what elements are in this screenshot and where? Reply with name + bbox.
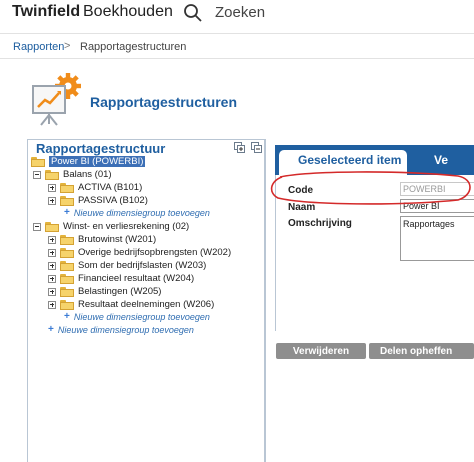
add-link-label: Nieuwe dimensiegroup toevoegen: [57, 324, 194, 335]
plus-icon: +: [64, 311, 70, 322]
tree-item-belastingen[interactable]: Belastingen (W205): [48, 285, 161, 298]
folder-icon: [60, 286, 74, 297]
plus-icon: +: [64, 207, 70, 218]
tree-root-item[interactable]: Power BI (POWERBI): [31, 155, 146, 168]
tree-item-bedrijfslasten[interactable]: Som der bedrijfslasten (W203): [48, 259, 206, 272]
folder-icon: [60, 273, 74, 284]
add-dimension-group-link[interactable]: + Nieuwe dimensiegroup toevoegen: [48, 324, 194, 335]
expand-toggle-icon[interactable]: [48, 274, 56, 283]
expand-toggle-icon[interactable]: [48, 300, 56, 309]
tree-item-activa[interactable]: ACTIVA (B101): [48, 181, 142, 194]
tree-item-label: Overige bedrijfsopbrengsten (W202): [78, 247, 232, 258]
tab-second-label[interactable]: Ve: [434, 153, 448, 167]
tree-item-label: Brutowinst (W201): [78, 234, 157, 245]
expand-toggle-icon[interactable]: [48, 183, 56, 192]
collapse-all-icon[interactable]: [251, 142, 262, 153]
add-link-label: Nieuwe dimensiegroup toevoegen: [73, 311, 210, 322]
expand-toggle-icon[interactable]: [48, 196, 56, 205]
folder-icon: [60, 260, 74, 271]
folder-icon: [60, 195, 74, 206]
search-label[interactable]: Zoeken: [215, 4, 265, 21]
top-bar: Twinfield Boekhouden Zoeken: [0, 0, 474, 30]
tree-title: Rapportagestructuur: [36, 141, 166, 156]
search-icon[interactable]: [183, 3, 203, 23]
tree-item-label: Financieel resultaat (W204): [78, 273, 195, 284]
tree-item-label: Balans (01): [63, 169, 112, 180]
delete-button[interactable]: Verwijderen: [276, 343, 366, 359]
tree-item-label: ACTIVA (B101): [78, 182, 143, 193]
add-dimension-group-link[interactable]: + Nieuwe dimensiegroup toevoegen: [64, 207, 210, 218]
add-link-label: Nieuwe dimensiegroup toevoegen: [73, 207, 210, 218]
expand-toggle-icon[interactable]: [48, 287, 56, 296]
expand-toggle-icon[interactable]: [48, 261, 56, 270]
tree-item-label: Belastingen (W205): [78, 286, 162, 297]
tree-item-overige[interactable]: Overige bedrijfsopbrengsten (W202): [48, 246, 231, 259]
folder-icon: [31, 156, 45, 167]
tree-item-winst-verlies[interactable]: Winst- en verliesrekening (02): [33, 220, 189, 233]
folder-icon: [60, 234, 74, 245]
tree-item-brutowinst[interactable]: Brutowinst (W201): [48, 233, 156, 246]
breadcrumb-current: Rapportagestructuren: [80, 41, 187, 53]
page-title: Rapportagestructuren: [90, 94, 238, 110]
tree-item-label: PASSIVA (B102): [78, 195, 148, 206]
expand-toggle-icon[interactable]: [48, 248, 56, 257]
brand-logo[interactable]: Twinfield: [12, 3, 80, 21]
folder-icon: [60, 182, 74, 193]
tree-item-label: Resultaat deelnemingen (W206): [78, 299, 215, 310]
report-structure-icon: [32, 73, 81, 126]
description-label: Omschrijving: [288, 218, 352, 229]
tree-item-label: Winst- en verliesrekening (02): [63, 221, 190, 232]
expand-toggle-icon[interactable]: [48, 235, 56, 244]
breadcrumb: Rapporten > Rapportagestructuren: [0, 33, 474, 59]
plus-icon: +: [48, 324, 54, 335]
tree-root-label: Power BI (POWERBI): [49, 156, 146, 167]
tree-item-passiva[interactable]: PASSIVA (B102): [48, 194, 148, 207]
add-dimension-group-link[interactable]: + Nieuwe dimensiegroup toevoegen: [64, 311, 210, 322]
collapse-toggle-icon[interactable]: [33, 170, 41, 179]
breadcrumb-separator: >: [64, 40, 71, 52]
folder-icon: [45, 169, 59, 180]
module-name[interactable]: Boekhouden: [83, 3, 173, 21]
breadcrumb-link-rapporten[interactable]: Rapporten: [13, 41, 64, 53]
annotation-ellipse: [270, 171, 471, 205]
expand-all-icon[interactable]: [234, 142, 245, 153]
folder-icon: [60, 299, 74, 310]
tree-item-deelnemingen[interactable]: Resultaat deelnemingen (W206): [48, 298, 214, 311]
collapse-toggle-icon[interactable]: [33, 222, 41, 231]
panel-divider: [265, 139, 266, 462]
tree-item-financieel[interactable]: Financieel resultaat (W204): [48, 272, 194, 285]
folder-icon: [60, 247, 74, 258]
folder-icon: [45, 221, 59, 232]
description-field[interactable]: Rapportages: [400, 216, 474, 261]
tab-selected-item-label: Geselecteerd item: [298, 153, 402, 167]
tree-item-balans[interactable]: Balans (01): [33, 168, 112, 181]
tree-item-label: Som der bedrijfslasten (W203): [78, 260, 207, 271]
unlink-button[interactable]: Delen opheffen: [369, 343, 474, 359]
